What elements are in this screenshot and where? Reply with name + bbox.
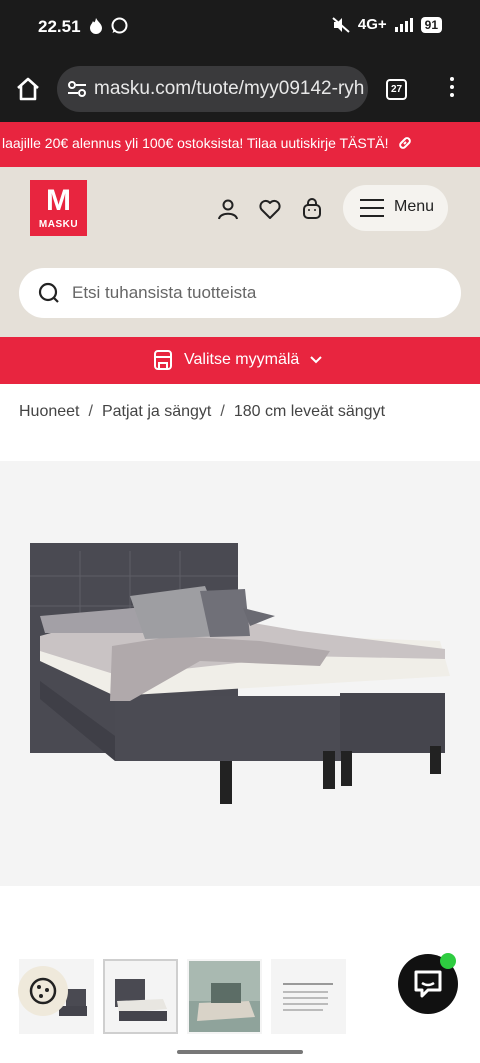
status-bar: 22.51 4G+ 91 — [0, 0, 480, 56]
address-bar[interactable]: masku.com/tuote/myy09142-ryh — [57, 66, 368, 112]
breadcrumb-item[interactable]: 180 cm leveät sängyt — [234, 403, 385, 420]
promo-text: laajille 20€ alennus yli 100€ ostoksista… — [2, 135, 412, 151]
heart-icon[interactable] — [258, 197, 282, 221]
cart-icon[interactable] — [300, 197, 324, 221]
notification-icons — [89, 17, 128, 34]
site-header: M MASKU Menu — [0, 167, 480, 337]
menu-button[interactable]: Menu — [343, 185, 448, 231]
thumbnail[interactable] — [271, 959, 346, 1034]
home-icon[interactable] — [14, 75, 42, 103]
breadcrumb-item[interactable]: Huoneet — [19, 403, 80, 420]
breadcrumb-item[interactable]: Patjat ja sängyt — [102, 403, 211, 420]
menu-icon — [360, 199, 384, 223]
product-image — [30, 543, 450, 804]
cookie-icon[interactable] — [18, 966, 68, 1016]
chat-online-indicator — [440, 953, 456, 969]
status-indicators: 4G+ 91 — [332, 16, 442, 33]
mute-icon — [332, 16, 350, 33]
masku-logo[interactable]: M MASKU — [30, 180, 87, 236]
search-bar[interactable] — [19, 268, 461, 318]
store-selector[interactable]: Valitse myymälä — [0, 337, 480, 384]
battery-level: 91 — [420, 16, 442, 33]
thumbnail-strip — [19, 959, 346, 1034]
browser-toolbar: masku.com/tuote/myy09142-ryh 27 — [0, 56, 480, 122]
tabs-icon[interactable]: 27 — [386, 79, 407, 100]
store-icon — [154, 350, 172, 370]
search-icon — [38, 282, 59, 303]
site-settings-icon[interactable] — [67, 79, 87, 99]
thumbnail[interactable] — [187, 959, 262, 1034]
store-selector-label: Valitse myymälä — [184, 351, 300, 368]
logo-mark: M — [46, 184, 71, 217]
promo-banner[interactable]: laajille 20€ alennus yli 100€ ostoksista… — [0, 122, 480, 167]
url-text: masku.com/tuote/myy09142-ryh — [94, 78, 365, 99]
gesture-bar[interactable] — [177, 1050, 303, 1054]
link-icon — [399, 137, 412, 149]
signal-icon — [394, 17, 413, 32]
fire-icon — [90, 17, 102, 34]
search-input[interactable] — [72, 280, 432, 306]
status-time: 22.51 — [38, 17, 81, 36]
logo-text: MASKU — [38, 219, 79, 230]
breadcrumb: Huoneet / Patjat ja sängyt/180 cm leveät s… — [19, 403, 386, 420]
more-icon[interactable] — [446, 77, 458, 101]
whatsapp-icon — [111, 17, 128, 34]
network-type: 4G+ — [357, 16, 387, 33]
chevron-down-icon — [310, 356, 323, 364]
menu-label: Menu — [394, 198, 435, 215]
user-icon[interactable] — [216, 197, 240, 221]
product-image-gallery[interactable] — [0, 461, 480, 886]
thumbnail-active[interactable] — [103, 959, 178, 1034]
